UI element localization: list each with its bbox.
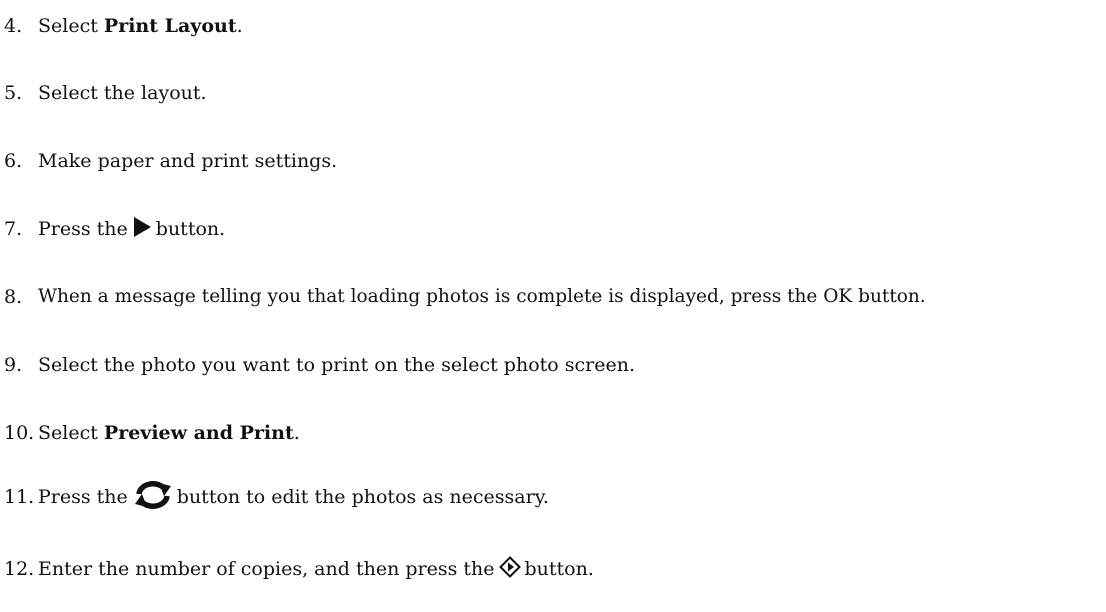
step-text: button to edit the photos as necessary. <box>176 485 549 508</box>
step-7: 7. Press the button. <box>4 209 225 249</box>
step-9: 9. Select the photo you want to print on… <box>4 345 635 385</box>
step-text: When a message telling you that loading … <box>38 285 926 307</box>
rotate-cycle-icon <box>133 480 173 514</box>
step-number: 7. <box>4 217 23 240</box>
step-8: 8. When a message telling you that loadi… <box>4 277 926 317</box>
step-10: 10. Select Preview and Print. <box>4 413 300 453</box>
step-number: 4. <box>4 14 23 37</box>
step-text: button. <box>155 217 226 240</box>
step-number: 8. <box>4 285 23 308</box>
step-number: 12. <box>4 557 35 580</box>
step-text: Make paper and print settings. <box>38 149 338 172</box>
step-text: Enter the number of copies, and then pre… <box>38 557 495 580</box>
step-12: 12. Enter the number of copies, and then… <box>4 549 594 589</box>
step-number: 10. <box>4 421 35 444</box>
step-number: 9. <box>4 353 23 376</box>
step-text: Select <box>38 421 104 444</box>
step-text: . <box>236 14 243 37</box>
step-number: 11. <box>4 485 35 508</box>
step-text: Select the photo you want to print on th… <box>38 353 635 376</box>
step-5: 5. Select the layout. <box>4 73 207 113</box>
step-bold-text: Print Layout <box>103 14 237 37</box>
step-6: 6. Make paper and print settings. <box>4 141 337 181</box>
step-number: 6. <box>4 149 23 172</box>
step-text: Select the layout. <box>38 81 207 104</box>
play-triangle-icon <box>133 216 152 242</box>
start-diamond-icon <box>498 556 521 582</box>
step-number: 5. <box>4 81 23 104</box>
step-text: . <box>293 421 300 444</box>
step-text: Press the <box>38 217 128 240</box>
step-4: 4. Select Print Layout. <box>4 6 243 46</box>
step-text: button. <box>524 557 594 580</box>
step-text: Select <box>38 14 104 37</box>
step-bold-text: Preview and Print <box>103 421 294 444</box>
step-text: Press the <box>38 485 128 508</box>
step-11: 11. Press the button to edit the photos … <box>4 477 549 517</box>
